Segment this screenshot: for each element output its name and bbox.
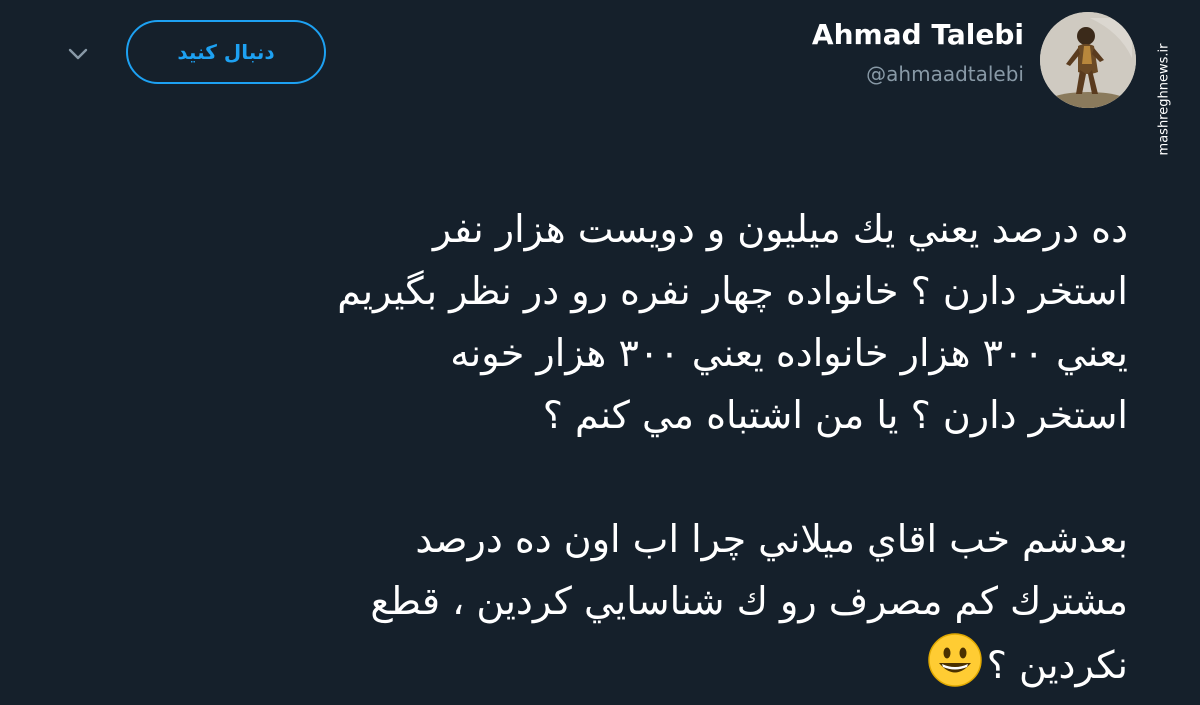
display-name[interactable]: Ahmad Talebi: [812, 18, 1024, 51]
chevron-down-icon[interactable]: [62, 40, 94, 68]
tweet-card: دنبال کنید Ahmad Talebi @ahmaadtalebi ma…: [0, 0, 1200, 705]
tweet-line: استخر دارن ؟ يا من اشتباه مي كنم ؟: [542, 393, 1128, 437]
tweet-line-last: نكردين ؟: [58, 632, 1128, 696]
tweet-line: يعني ۳۰۰ هزار خانواده يعني ۳۰۰ هزار خونه: [450, 331, 1128, 375]
tweet-line: مشترك كم مصرف رو ك شناسايي كردين ، قطع: [370, 579, 1128, 623]
follow-button[interactable]: دنبال کنید: [126, 20, 326, 84]
tweet-line: بعدشم خب اقاي ميلاني چرا اب اون ده درصد: [415, 517, 1128, 561]
smiley-emoji-icon: [928, 633, 982, 687]
tweet-line: استخر دارن ؟ خانواده چهار نفره رو در نظر…: [337, 269, 1128, 313]
tweet-line-last-text: نكردين ؟: [986, 643, 1128, 687]
tweet-text: ده درصد يعني يك ميليون و دويست هزار نفر …: [58, 198, 1128, 696]
site-watermark: mashreghnews.ir: [1156, 43, 1172, 155]
tweet-line: ده درصد يعني يك ميليون و دويست هزار نفر: [432, 207, 1128, 251]
user-handle[interactable]: @ahmaadtalebi: [866, 62, 1024, 86]
avatar-image: [1040, 12, 1136, 108]
avatar[interactable]: [1040, 12, 1136, 108]
